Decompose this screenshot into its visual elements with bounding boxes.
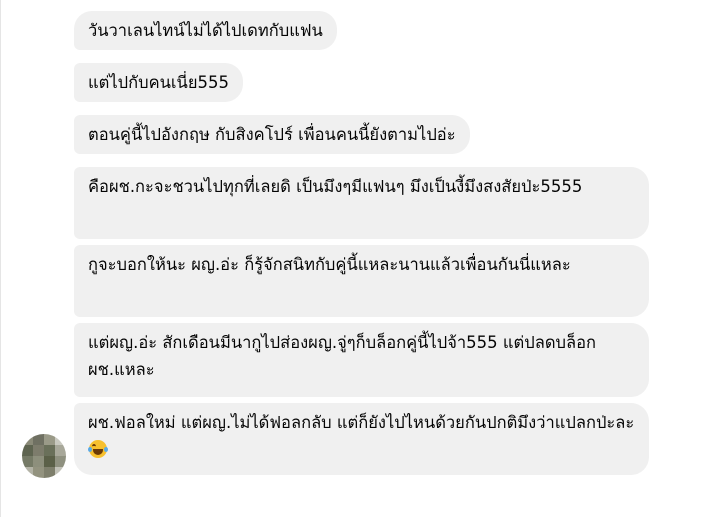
message-bubble[interactable]: คือผช.กะจะชวนไปทุกที่เลยดิ เป็นมึงๆมีแฟน… <box>74 167 649 239</box>
message-bubble[interactable]: ผช.ฟอลใหม่ แต่ผญ.ไม่ได้ฟอลกลับ แต่ก็ยังไ… <box>74 403 649 475</box>
message-bubble[interactable]: กูจะบอกให้นะ ผญ.อ่ะ ก็รู้จักสนิทกับคู่นี… <box>74 245 649 317</box>
laughing-tears-emoji-icon <box>88 440 108 458</box>
message-text: แต่ผญ.อ่ะ สักเดือนมีนากูไปส่องผญ.จู่ๆก็บ… <box>88 333 597 379</box>
message-bubble[interactable]: วันวาเลนไทน์ไม่ได้ไปเดทกับแฟน <box>74 11 337 50</box>
message-text: ผช.ฟอลใหม่ แต่ผญ.ไม่ได้ฟอลกลับ แต่ก็ยังไ… <box>88 413 635 432</box>
message-text: กูจะบอกให้นะ ผญ.อ่ะ ก็รู้จักสนิทกับคู่นี… <box>88 255 571 274</box>
message-text: คือผช.กะจะชวนไปทุกที่เลยดิ เป็นมึงๆมีแฟน… <box>88 177 583 196</box>
message-bubble[interactable]: ตอนคู่นี้ไปอังกฤษ กับสิงคโปร์ เพื่อนคนนี… <box>74 115 470 154</box>
sender-avatar[interactable] <box>22 434 66 478</box>
message-text: แต่ไปกับคนเนี่ย555 <box>88 73 229 92</box>
message-text: วันวาเลนไทน์ไม่ได้ไปเดทกับแฟน <box>88 21 323 40</box>
chat-thread: วันวาเลนไทน์ไม่ได้ไปเดทกับแฟน แต่ไปกับคน… <box>0 0 721 517</box>
message-bubble[interactable]: แต่ไปกับคนเนี่ย555 <box>74 63 243 102</box>
message-bubble[interactable]: แต่ผญ.อ่ะ สักเดือนมีนากูไปส่องผญ.จู่ๆก็บ… <box>74 323 649 397</box>
message-text: ตอนคู่นี้ไปอังกฤษ กับสิงคโปร์ เพื่อนคนนี… <box>88 125 456 144</box>
